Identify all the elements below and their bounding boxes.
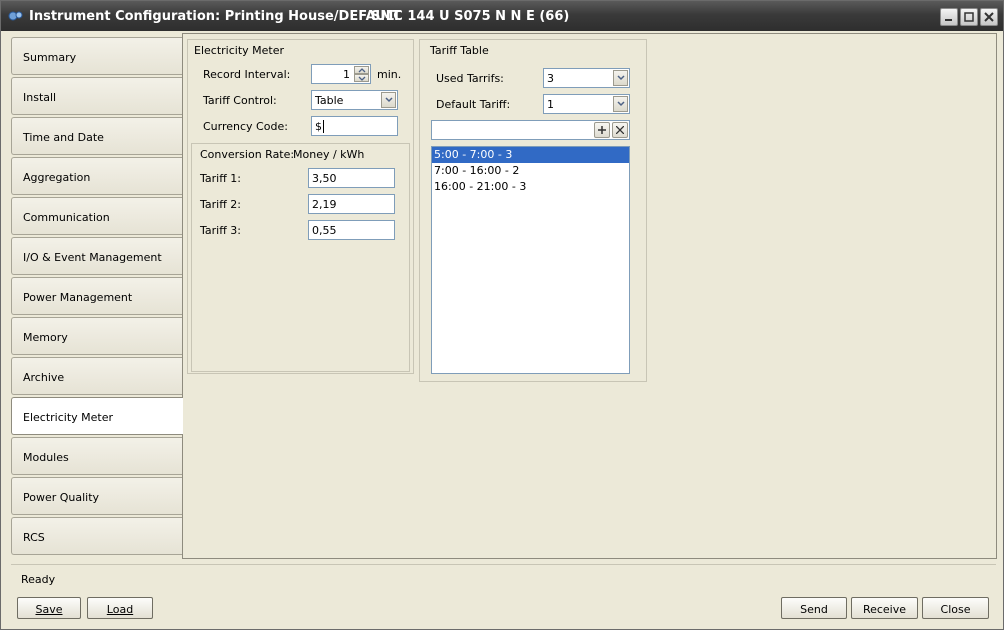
tariff-table-group: Tariff Table Used Tarrifs: 3 Default Tar… xyxy=(419,39,647,382)
title-bar[interactable]: Instrument Configuration: Printing House… xyxy=(1,1,1003,31)
minimize-icon[interactable] xyxy=(940,8,958,26)
tariff-control-value: Table xyxy=(315,94,344,107)
save-button[interactable]: Save xyxy=(17,597,81,619)
chevron-down-icon[interactable] xyxy=(381,92,396,108)
tab-communication[interactable]: Communication xyxy=(11,197,182,235)
tariff-1-label: Tariff 1: xyxy=(200,172,241,185)
tab-io-event-management[interactable]: I/O & Event Management xyxy=(11,237,182,275)
load-button[interactable]: Load xyxy=(87,597,153,619)
default-tariff-select[interactable]: 1 xyxy=(543,94,630,114)
send-button[interactable]: Send xyxy=(781,597,847,619)
tariff-1-input[interactable]: 3,50 xyxy=(308,168,395,188)
status-text: Ready xyxy=(21,573,56,586)
used-tariffs-select[interactable]: 3 xyxy=(543,68,630,88)
electricity-meter-group: Electricity Meter Record Interval: 1 min… xyxy=(187,39,414,374)
tab-memory[interactable]: Memory xyxy=(11,317,182,355)
conversion-rate-unit: Money / kWh xyxy=(293,148,365,161)
x-icon[interactable] xyxy=(612,122,628,138)
tariff-table-group-title: Tariff Table xyxy=(430,44,489,57)
tariff-2-label: Tariff 2: xyxy=(200,198,241,211)
default-tariff-label: Default Tariff: xyxy=(436,98,511,111)
tab-install[interactable]: Install xyxy=(11,77,182,115)
tariff-control-label: Tariff Control: xyxy=(203,94,277,107)
chevron-down-icon[interactable] xyxy=(613,96,628,112)
tab-rcs[interactable]: RCS xyxy=(11,517,182,555)
tariff-2-input[interactable]: 2,19 xyxy=(308,194,395,214)
tariff-3-input[interactable]: 0,55 xyxy=(308,220,395,240)
record-interval-label: Record Interval: xyxy=(203,68,291,81)
tab-time-and-date[interactable]: Time and Date xyxy=(11,117,182,155)
record-interval-spinbox[interactable]: 1 xyxy=(311,64,371,84)
plus-icon[interactable] xyxy=(594,122,610,138)
tab-aggregation[interactable]: Aggregation xyxy=(11,157,182,195)
currency-code-label: Currency Code: xyxy=(203,120,288,133)
tariff-schedule-list[interactable]: 5:00 - 7:00 - 3 7:00 - 16:00 - 2 16:00 -… xyxy=(431,146,630,374)
electricity-meter-group-title: Electricity Meter xyxy=(194,44,284,57)
conversion-rate-group: Conversion Rate: Money / kWh Tariff 1: 3… xyxy=(191,143,410,372)
save-button-label: Save xyxy=(35,603,63,616)
used-tariffs-value: 3 xyxy=(547,72,554,85)
record-interval-value: 1 xyxy=(343,68,350,81)
tab-power-management[interactable]: Power Management xyxy=(11,277,182,315)
window-title: Instrument Configuration: Printing House… xyxy=(29,9,401,24)
close-icon[interactable] xyxy=(980,8,998,26)
conversion-rate-label: Conversion Rate: xyxy=(200,148,295,161)
gears-icon xyxy=(8,10,24,22)
device-label: SMC 144 U S075 N N E (66) xyxy=(371,9,570,24)
tab-archive[interactable]: Archive xyxy=(11,357,182,395)
list-item[interactable]: 5:00 - 7:00 - 3 xyxy=(432,147,629,163)
tab-summary[interactable]: Summary xyxy=(11,37,182,75)
list-item[interactable]: 16:00 - 21:00 - 3 xyxy=(432,179,629,195)
default-tariff-value: 1 xyxy=(547,98,554,111)
tab-modules[interactable]: Modules xyxy=(11,437,182,475)
spinner-arrows-icon[interactable] xyxy=(354,66,369,82)
close-button[interactable]: Close xyxy=(922,597,989,619)
tab-electricity-meter[interactable]: Electricity Meter xyxy=(11,397,183,435)
tariff-3-label: Tariff 3: xyxy=(200,224,241,237)
currency-code-value: $ xyxy=(315,120,322,133)
used-tariffs-label: Used Tarrifs: xyxy=(436,72,504,85)
maximize-icon[interactable] xyxy=(960,8,978,26)
load-button-label: Load xyxy=(106,603,134,616)
receive-button[interactable]: Receive xyxy=(851,597,918,619)
status-bar: Ready xyxy=(11,564,996,592)
tariff-control-select[interactable]: Table xyxy=(311,90,398,110)
record-interval-unit: min. xyxy=(377,68,402,81)
chevron-down-icon[interactable] xyxy=(613,70,628,86)
instrument-configuration-window: Instrument Configuration: Printing House… xyxy=(0,0,1004,630)
tab-power-quality[interactable]: Power Quality xyxy=(11,477,182,515)
list-item[interactable]: 7:00 - 16:00 - 2 xyxy=(432,163,629,179)
currency-code-input[interactable]: $ xyxy=(311,116,398,136)
tab-content-panel: Electricity Meter Record Interval: 1 min… xyxy=(182,33,997,559)
